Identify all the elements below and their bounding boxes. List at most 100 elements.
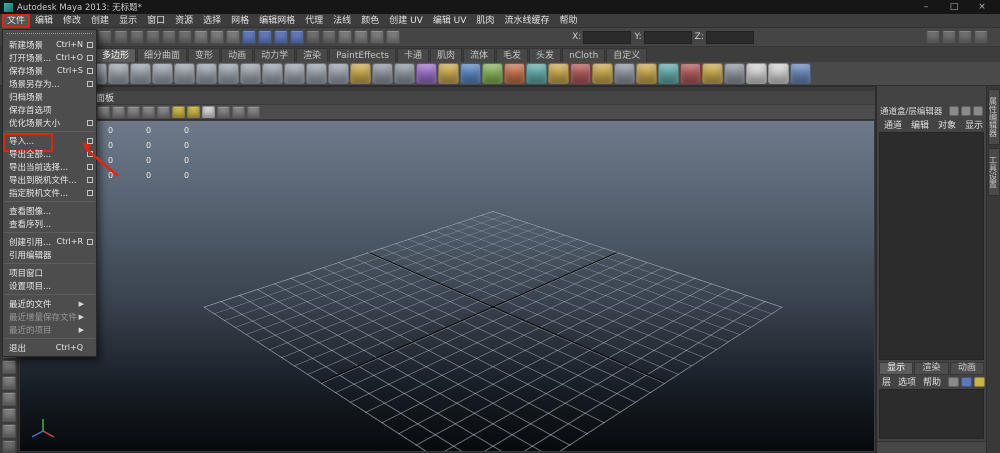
new-layer-from-selected-icon[interactable]	[974, 376, 986, 387]
menubar-item-16[interactable]: 肌肉	[471, 14, 499, 28]
option-box-icon[interactable]	[87, 41, 93, 48]
file-menu-item-21[interactable]: 最近的项目 ▶	[3, 323, 96, 336]
poly-helix-icon[interactable]	[284, 63, 305, 84]
sculpt-geometry-icon[interactable]	[350, 63, 371, 84]
coordinate-input-2[interactable]	[643, 30, 692, 44]
minimize-button[interactable]: –	[920, 0, 932, 14]
layer-tab-1[interactable]: 显示	[879, 362, 914, 375]
layer-list[interactable]	[879, 389, 984, 439]
sidebar-attr-editor-icon[interactable]	[942, 30, 956, 44]
menu-set-selector-icon[interactable]	[98, 30, 112, 44]
ipr-render-icon[interactable]	[370, 30, 384, 44]
move-tool-icon[interactable]	[1, 392, 16, 406]
new-scene-icon[interactable]	[114, 30, 128, 44]
boolean-union-icon[interactable]	[416, 63, 437, 84]
menubar-item-17[interactable]: 流水线缓存	[499, 14, 554, 28]
poly-prism-icon[interactable]	[218, 63, 239, 84]
extrude-icon[interactable]	[460, 63, 481, 84]
file-menu-item-13[interactable]: 查看图像...	[3, 204, 96, 217]
bevel-icon[interactable]	[504, 63, 525, 84]
split-polygon-icon[interactable]	[570, 63, 591, 84]
channel-box-menu-1[interactable]: 通道	[884, 118, 902, 131]
menubar-item-9[interactable]: 网格	[226, 14, 254, 28]
menubar-item-7[interactable]: 资源	[170, 14, 198, 28]
snap-to-view-plane-icon[interactable]	[290, 30, 304, 44]
new-layer-icon[interactable]	[961, 376, 973, 387]
select-by-component-icon[interactable]	[226, 30, 240, 44]
fill-hole-icon[interactable]	[724, 63, 745, 84]
file-menu-item-20[interactable]: 最近增量保存文件 ▶	[3, 310, 96, 323]
menubar-item-12[interactable]: 法线	[328, 14, 356, 28]
file-menu-item-9[interactable]: 导出全部...	[3, 147, 96, 160]
offset-edge-loop-icon[interactable]	[614, 63, 635, 84]
smooth-icon[interactable]	[438, 63, 459, 84]
open-scene-icon[interactable]	[130, 30, 144, 44]
channel-settings-icon[interactable]	[973, 106, 983, 116]
crease-tool-icon[interactable]	[636, 63, 657, 84]
menubar-item-18[interactable]: 帮助	[554, 14, 582, 28]
shelf-tab-4[interactable]: 变形	[188, 48, 221, 62]
append-to-polygon-icon[interactable]	[548, 63, 569, 84]
single-pane-layout-icon[interactable]	[1, 440, 16, 453]
resolution-gate-icon[interactable]	[157, 106, 170, 118]
poly-pipe-icon[interactable]	[262, 63, 283, 84]
file-menu-item-5[interactable]: 归档场景	[3, 90, 96, 103]
paint-selection-tool-icon[interactable]	[1, 376, 16, 390]
render-settings-icon[interactable]	[386, 30, 400, 44]
layer-tab-3[interactable]: 动画	[949, 362, 984, 375]
poly-pyramid-icon[interactable]	[240, 63, 261, 84]
shelf-tab-9[interactable]: 卡通	[396, 48, 429, 62]
shelf-tab-14[interactable]: nCloth	[562, 48, 606, 62]
rotate-tool-icon[interactable]	[1, 408, 16, 422]
empty-layer-icon[interactable]	[948, 376, 960, 387]
menubar-item-4[interactable]: 创建	[86, 14, 114, 28]
layer-menu-3[interactable]: 帮助	[923, 375, 941, 388]
save-scene-icon[interactable]	[146, 30, 160, 44]
file-menu-item-12[interactable]: 指定脱机文件...	[3, 186, 96, 199]
layer-tab-2[interactable]: 渲染	[914, 362, 949, 375]
speed-mode-icon[interactable]	[961, 106, 971, 116]
file-menu-item-8[interactable]: 导入...	[3, 133, 96, 152]
menubar-item-10[interactable]: 编辑网格	[254, 14, 300, 28]
separate-icon[interactable]	[394, 63, 415, 84]
channel-box-menu-2[interactable]: 编辑	[911, 118, 929, 131]
shelf-tab-11[interactable]: 流体	[463, 48, 496, 62]
option-box-icon[interactable]	[87, 80, 93, 87]
file-menu-item-7[interactable]: 优化场景大小	[3, 116, 96, 129]
menubar-item-3[interactable]: 修改	[58, 14, 86, 28]
edge-tab-2[interactable]: 工具设置	[987, 148, 1000, 196]
menubar-item-1[interactable]: 文件	[2, 13, 31, 28]
poly-torus-icon[interactable]	[196, 63, 217, 84]
file-menu-item-19[interactable]: 最近的文件 ▶	[3, 297, 96, 310]
option-box-icon[interactable]	[87, 176, 93, 183]
uv-checker-plane-icon[interactable]	[768, 63, 789, 84]
shelf-tab-13[interactable]: 头发	[529, 48, 562, 62]
pan-zoom-2d-icon[interactable]	[97, 106, 110, 118]
option-box-icon[interactable]	[87, 163, 93, 170]
manipulator-mode-icon[interactable]	[949, 106, 959, 116]
open-render-view-icon[interactable]	[338, 30, 352, 44]
redo-icon[interactable]	[178, 30, 192, 44]
select-by-object-icon[interactable]	[210, 30, 224, 44]
file-menu-item-22[interactable]: 退出 Ctrl+Q	[3, 341, 96, 354]
option-box-icon[interactable]	[87, 189, 93, 196]
menubar-item-8[interactable]: 选择	[198, 14, 226, 28]
viewport-canvas[interactable]: 0 0 0 0 0 0 0 0 0 0 0 0	[20, 121, 874, 451]
menubar-item-14[interactable]: 创建 UV	[384, 14, 428, 28]
close-button[interactable]: ×	[976, 0, 988, 14]
absolute-transform-icon[interactable]	[926, 30, 940, 44]
field-chart-icon[interactable]	[187, 106, 200, 118]
shelf-tab-2[interactable]: 多边形	[95, 48, 137, 62]
gate-mask-icon[interactable]	[172, 106, 185, 118]
coordinate-input-3[interactable]	[705, 30, 754, 44]
normals-display-icon[interactable]	[790, 63, 811, 84]
combine-icon[interactable]	[372, 63, 393, 84]
shelf-tab-6[interactable]: 动力学	[254, 48, 296, 62]
poly-cube-icon[interactable]	[108, 63, 129, 84]
poly-plane-icon[interactable]	[174, 63, 195, 84]
file-menu-item-1[interactable]: 新建场景 Ctrl+N	[3, 38, 96, 51]
sidebar-tool-settings-icon[interactable]	[958, 30, 972, 44]
snap-to-curve-icon[interactable]	[258, 30, 272, 44]
mirror-geometry-icon[interactable]	[526, 63, 547, 84]
snap-to-point-icon[interactable]	[274, 30, 288, 44]
